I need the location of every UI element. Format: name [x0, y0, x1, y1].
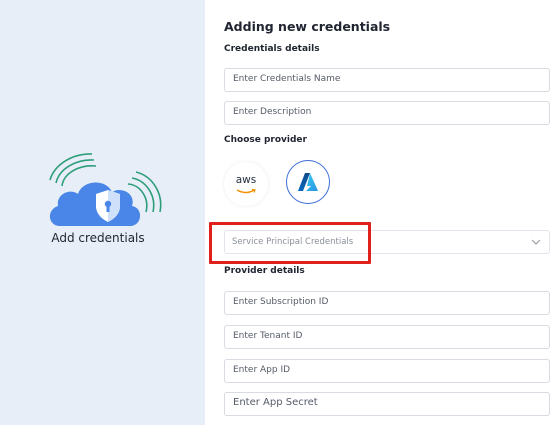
highlight-box [209, 222, 371, 264]
left-panel: Add credentials [0, 0, 205, 425]
aws-logo-icon [236, 189, 256, 194]
credentials-name-placeholder: Enter Credentials Name [233, 74, 341, 84]
credentials-form: Adding new credentials Credentials detai… [205, 0, 559, 425]
credentials-name-input[interactable]: Enter Credentials Name [224, 68, 550, 92]
page-title: Adding new credentials [224, 19, 391, 34]
provider-details-label: Provider details [224, 266, 305, 276]
tenant-id-placeholder: Enter Tenant ID [233, 331, 303, 341]
provider-azure-button[interactable] [286, 160, 330, 204]
app-id-placeholder: Enter App ID [233, 365, 291, 375]
app-secret-placeholder: Enter App Secret [233, 397, 318, 408]
chevron-down-icon [531, 239, 541, 245]
azure-logo-icon [298, 173, 318, 191]
app-secret-input[interactable]: Enter App Secret [224, 392, 550, 416]
description-input[interactable]: Enter Description [224, 101, 550, 125]
credentials-details-label: Credentials details [224, 44, 320, 54]
aws-logo-text: aws [235, 174, 257, 186]
tenant-id-input[interactable]: Enter Tenant ID [224, 325, 550, 349]
cloud-shield-icon [49, 153, 162, 226]
choose-provider-label: Choose provider [224, 135, 307, 145]
subscription-id-placeholder: Enter Subscription ID [233, 297, 329, 307]
app-id-input[interactable]: Enter App ID [224, 359, 550, 383]
subscription-id-input[interactable]: Enter Subscription ID [224, 291, 550, 315]
add-credentials-caption: Add credentials [51, 231, 145, 245]
description-placeholder: Enter Description [233, 107, 312, 117]
provider-aws-button[interactable]: aws [224, 162, 268, 206]
